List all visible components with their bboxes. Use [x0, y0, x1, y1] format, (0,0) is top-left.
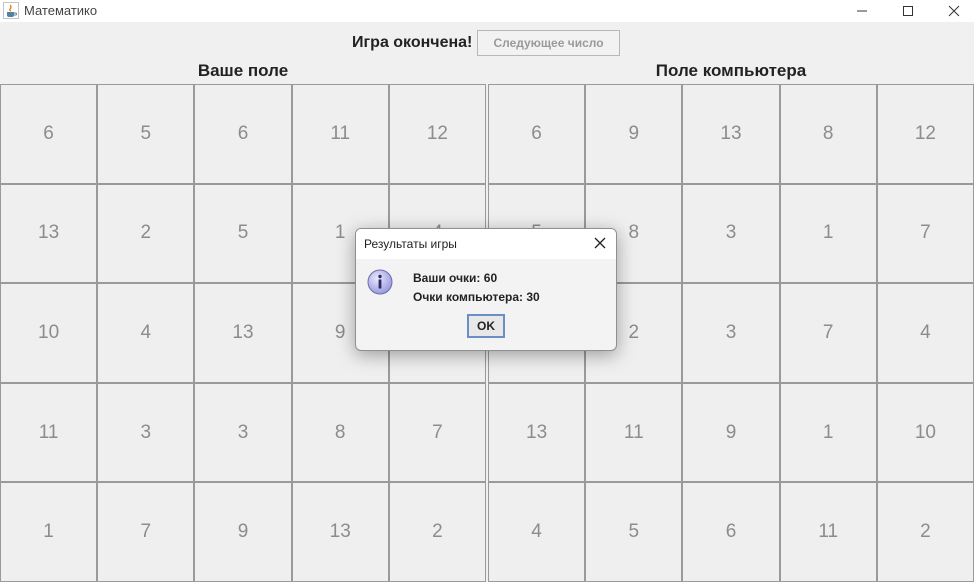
board-cell[interactable]: 4 — [876, 283, 974, 383]
board-cell[interactable]: 11 — [585, 382, 683, 483]
minimize-icon — [857, 10, 867, 12]
board-cell[interactable]: 2 — [97, 183, 195, 284]
board-cell[interactable]: 8 — [779, 84, 877, 184]
info-icon — [367, 269, 393, 295]
board-cell[interactable]: 6 — [0, 84, 98, 184]
next-number-button[interactable]: Следующее число — [477, 30, 620, 56]
computer-score-text: Очки компьютера: 30 — [413, 290, 540, 304]
board-cell[interactable]: 11 — [291, 84, 389, 184]
close-window-button[interactable] — [931, 0, 974, 22]
board-cell[interactable]: 13 — [0, 183, 98, 284]
window-title: Математико — [24, 3, 98, 18]
board-cell[interactable]: 3 — [682, 183, 780, 284]
player-board-title: Ваше поле — [197, 61, 289, 80]
board-cell[interactable]: 7 — [779, 283, 877, 383]
board-cell[interactable]: 13 — [194, 283, 292, 383]
board-cell[interactable]: 7 — [97, 482, 195, 582]
maximize-button[interactable] — [885, 0, 931, 22]
board-cell[interactable]: 6 — [194, 84, 292, 184]
board-cell[interactable]: 6 — [488, 84, 586, 184]
dialog-title: Результаты игры — [364, 237, 457, 251]
board-cell[interactable]: 13 — [291, 482, 389, 582]
board-cell[interactable]: 1 — [779, 183, 877, 284]
board-cell[interactable]: 5 — [97, 84, 195, 184]
board-cell[interactable]: 12 — [876, 84, 974, 184]
board-cell[interactable]: 3 — [194, 382, 292, 483]
computer-board-title: Поле компьютера — [655, 61, 807, 80]
board-cell[interactable]: 6 — [682, 482, 780, 582]
board-cell[interactable]: 11 — [779, 482, 877, 582]
board-cell[interactable]: 1 — [779, 382, 877, 483]
close-icon[interactable] — [592, 235, 608, 251]
dialog-titlebar: Результаты игры — [356, 229, 616, 259]
ok-button[interactable]: OK — [467, 314, 505, 338]
board-cell[interactable]: 10 — [876, 382, 974, 483]
board-cell[interactable]: 9 — [585, 84, 683, 184]
maximize-icon — [903, 6, 913, 16]
board-cell[interactable]: 1 — [0, 482, 98, 582]
game-over-label: Игра окончена! — [352, 34, 473, 51]
board-cell[interactable]: 2 — [876, 482, 974, 582]
board-cell[interactable]: 5 — [585, 482, 683, 582]
board-cell[interactable]: 2 — [388, 482, 486, 582]
java-cup-icon — [3, 2, 19, 19]
board-cell[interactable]: 11 — [0, 382, 98, 483]
board-cell[interactable]: 9 — [194, 482, 292, 582]
minimize-button[interactable] — [839, 0, 885, 22]
board-cell[interactable]: 9 — [682, 382, 780, 483]
close-icon — [948, 5, 960, 17]
board-cell[interactable]: 12 — [388, 84, 486, 184]
board-cell[interactable]: 5 — [194, 183, 292, 284]
board-cell[interactable]: 10 — [0, 283, 98, 383]
board-cell[interactable]: 4 — [97, 283, 195, 383]
board-cell[interactable]: 7 — [388, 382, 486, 483]
board-cell[interactable]: 4 — [488, 482, 586, 582]
board-cell[interactable]: 13 — [682, 84, 780, 184]
board-cell[interactable]: 3 — [97, 382, 195, 483]
player-score-text: Ваши очки: 60 — [413, 271, 498, 285]
board-cell[interactable]: 13 — [488, 382, 586, 483]
results-dialog: Результаты игры Ваши очки: 60 Очки компь… — [355, 228, 617, 351]
board-cell[interactable]: 3 — [682, 283, 780, 383]
window-titlebar: Математико — [0, 0, 974, 22]
board-cell[interactable]: 8 — [291, 382, 389, 483]
board-cell[interactable]: 7 — [876, 183, 974, 284]
